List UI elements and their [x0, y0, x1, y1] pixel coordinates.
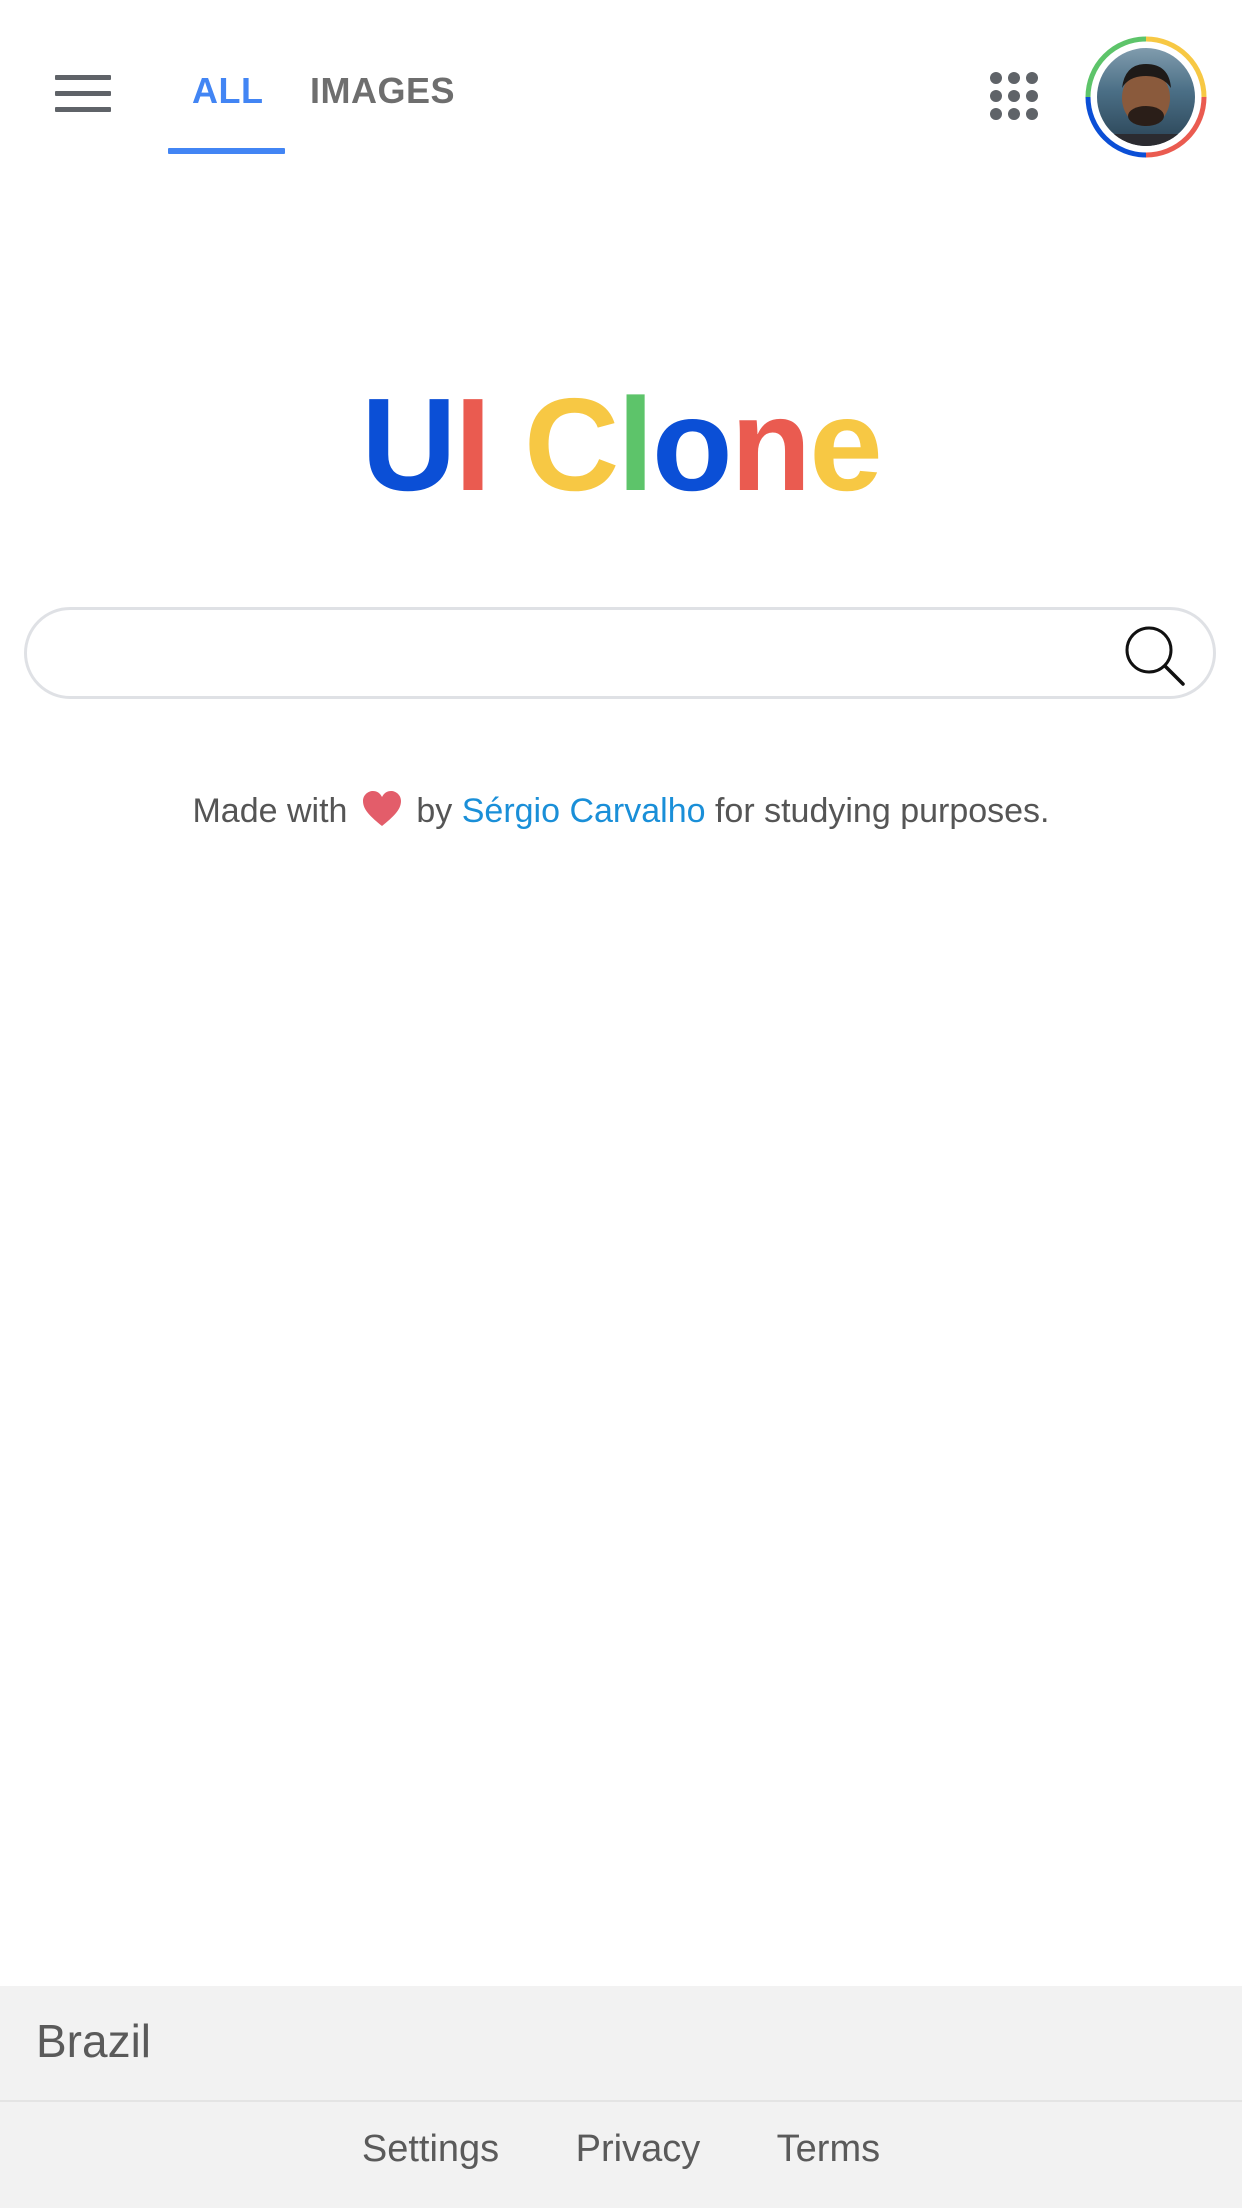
logo-letter: l [617, 371, 654, 518]
credit-by: by [416, 792, 453, 830]
logo-letter [489, 371, 524, 518]
author-link[interactable]: Sérgio Carvalho [462, 792, 706, 830]
tab-all[interactable]: ALL [192, 70, 263, 112]
logo-letter: C [523, 371, 619, 518]
site-logo: UI Clone [0, 370, 1242, 520]
credit-suffix: for studying purposes. [714, 792, 1050, 830]
search-input[interactable] [67, 624, 1101, 686]
search-bar [24, 607, 1216, 699]
logo-letter: n [730, 371, 812, 518]
footer-country-bar: Brazil [0, 1986, 1242, 2102]
page: ALL IMAGES UI Clone Made with by Sérgio … [0, 0, 1242, 2208]
credit-prefix: Made with [192, 792, 348, 830]
search-icon[interactable] [1121, 622, 1189, 690]
user-avatar[interactable] [1085, 36, 1207, 158]
privacy-link[interactable]: Privacy [576, 2128, 701, 2171]
logo-letter: U [361, 371, 456, 518]
settings-link[interactable]: Settings [362, 2128, 499, 2171]
credit-line: Made with by Sérgio Carvalho for studyin… [0, 790, 1242, 837]
country-label: Brazil [36, 2015, 152, 2067]
logo-letter: o [652, 371, 733, 518]
avatar-ring-svg [1085, 36, 1207, 158]
top-bar: ALL IMAGES [0, 0, 1242, 160]
apps-grid-icon[interactable] [988, 70, 1040, 122]
logo-letter: I [454, 371, 492, 518]
heart-icon [361, 790, 403, 837]
footer-links: Settings Privacy Terms [0, 2102, 1242, 2208]
hamburger-menu-icon[interactable] [55, 75, 111, 115]
tab-images[interactable]: IMAGES [310, 70, 455, 112]
logo-letter: e [809, 371, 882, 518]
active-tab-indicator [168, 148, 285, 154]
terms-link[interactable]: Terms [777, 2128, 880, 2171]
